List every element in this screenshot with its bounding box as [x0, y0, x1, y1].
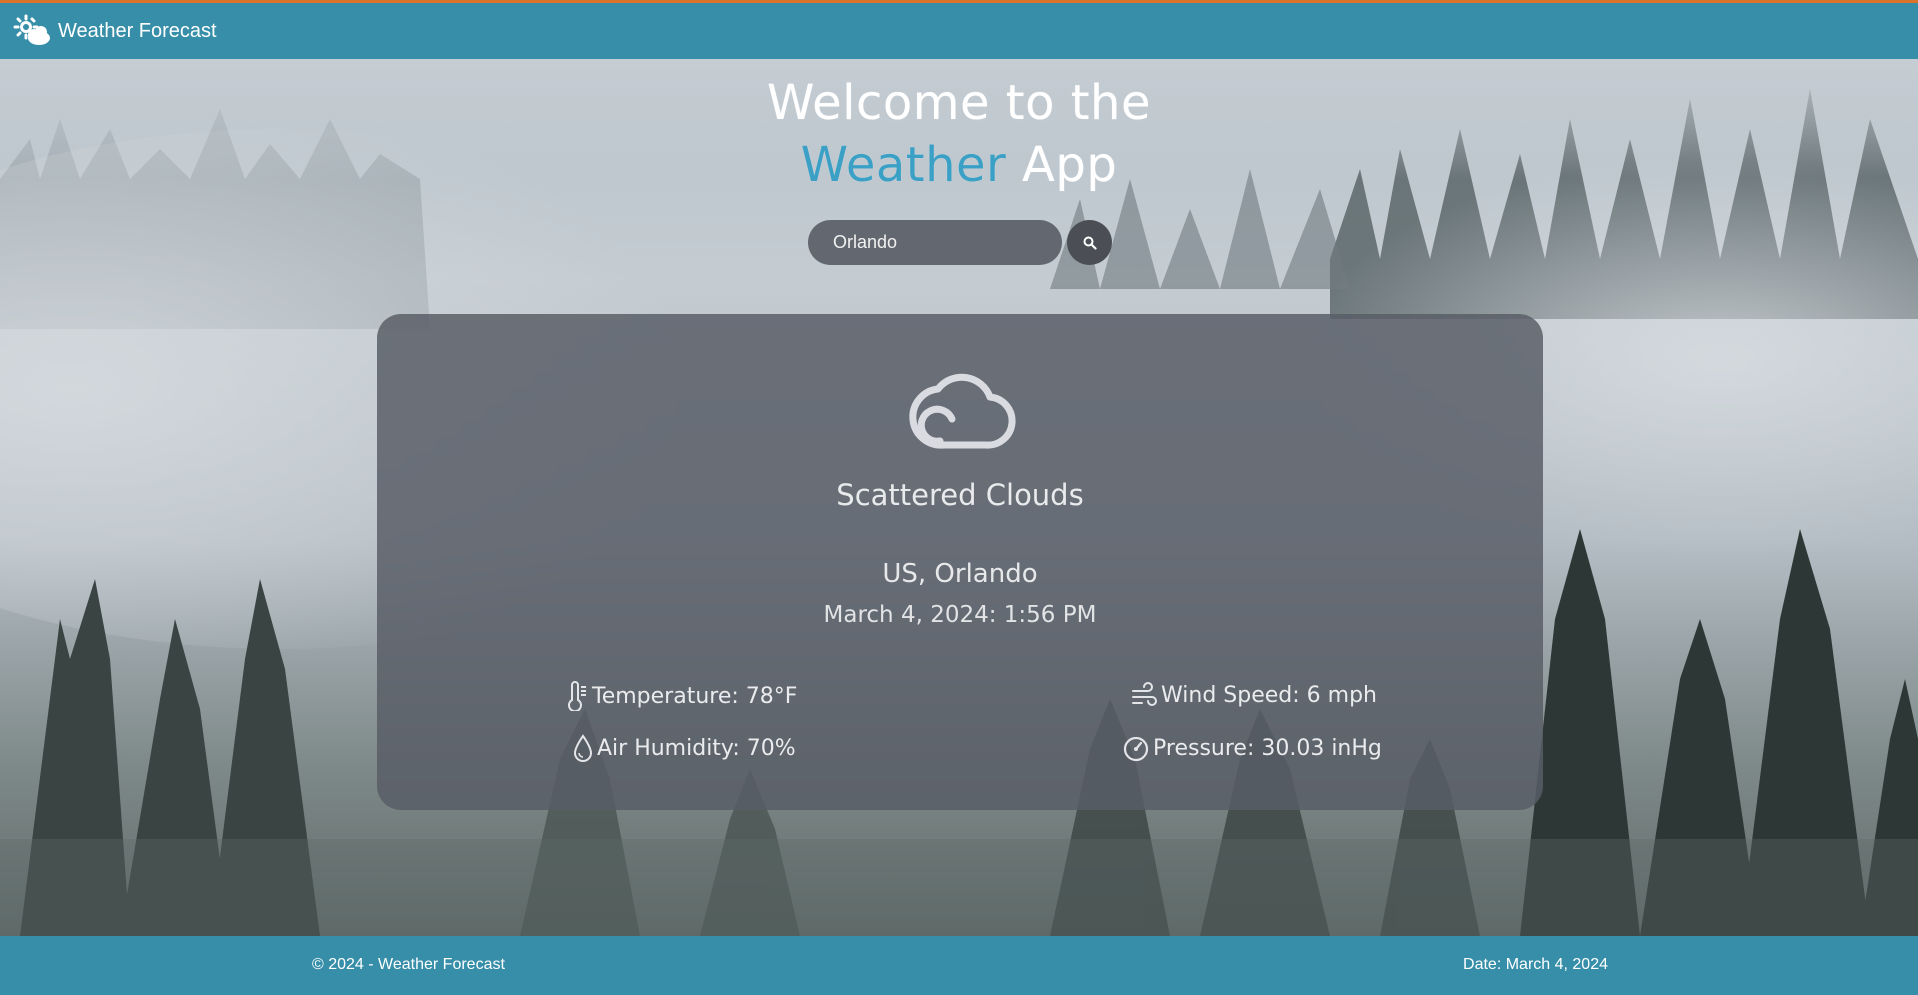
pressure-stat: Pressure: 30.03 inHg: [1122, 733, 1382, 763]
brand-title[interactable]: Weather Forecast: [58, 20, 217, 43]
footer-copyright: © 2024 - Weather Forecast: [312, 956, 505, 973]
thermometer-icon: [568, 681, 586, 711]
hero-line-2-rest: App: [1006, 137, 1118, 193]
weather-datetime: March 4, 2024: 1:56 PM: [823, 602, 1097, 628]
temperature-stat: Temperature: 78°F: [567, 681, 797, 711]
humidity-stat: Air Humidity: 70%: [572, 733, 796, 763]
weather-location: US, Orlando: [882, 559, 1038, 589]
hero-heading: Welcome to the Weather App: [0, 72, 1918, 196]
city-search-input[interactable]: [808, 220, 1062, 265]
cloud-icon: [909, 373, 1016, 449]
humidity-label: Air Humidity: 70%: [597, 735, 796, 761]
droplet-icon: [573, 734, 593, 762]
weather-condition: Scattered Clouds: [836, 478, 1084, 512]
hero-accent-word: Weather: [800, 137, 1007, 193]
footer: © 2024 - Weather Forecast Date: March 4,…: [0, 936, 1918, 995]
wind-speed-stat: Wind Speed: 6 mph: [1130, 681, 1377, 709]
search-button[interactable]: [1067, 220, 1112, 265]
search-icon: [1083, 236, 1097, 250]
cloud-sun-icon[interactable]: [12, 14, 52, 48]
top-navbar: Weather Forecast: [0, 0, 1918, 59]
pressure-label: Pressure: 30.03 inHg: [1153, 735, 1382, 761]
weather-card: Scattered Clouds US, Orlando March 4, 20…: [377, 314, 1543, 810]
search-form: [808, 220, 1112, 265]
hero-line-2: Weather App: [0, 134, 1918, 196]
temperature-label: Temperature: 78°F: [592, 683, 798, 709]
gauge-icon: [1123, 736, 1149, 762]
footer-date: Date: March 4, 2024: [1463, 956, 1608, 973]
hero-line-1: Welcome to the: [766, 75, 1152, 131]
wind-icon: [1132, 682, 1157, 706]
wind-speed-label: Wind Speed: 6 mph: [1161, 682, 1377, 708]
